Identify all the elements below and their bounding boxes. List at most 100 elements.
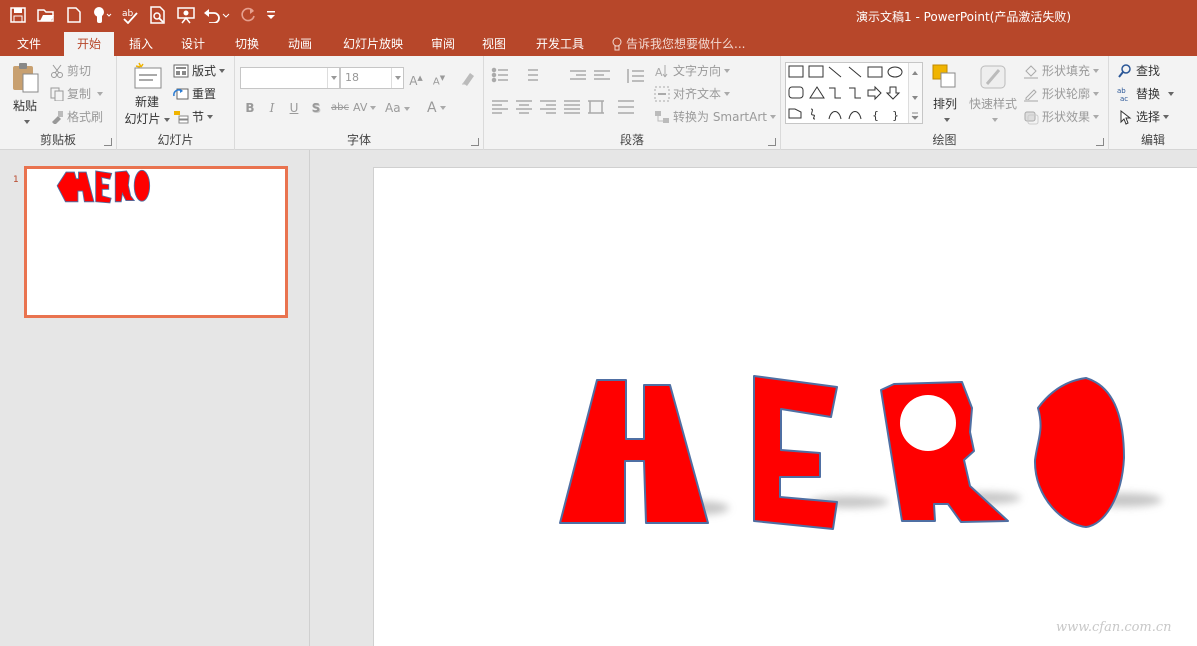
tab-design[interactable]: 设计 (170, 32, 216, 56)
clear-formatting-icon[interactable] (459, 68, 477, 88)
cut-button[interactable]: 剪切 (50, 62, 91, 79)
font-size-dropdown-icon[interactable] (391, 68, 403, 88)
font-name-dropdown-icon[interactable] (327, 68, 339, 88)
select-label: 选择 (1136, 110, 1161, 124)
reset-button[interactable]: 重置 (173, 85, 216, 102)
align-text-icon (654, 86, 670, 101)
section-icon (174, 110, 189, 123)
align-text-label: 对齐文本 (673, 87, 722, 101)
reset-icon (173, 88, 189, 99)
spelling-icon[interactable]: ab (118, 3, 142, 27)
new-slide-button[interactable]: 新建 幻灯片 (121, 62, 173, 127)
quick-styles-label: 快速样式 (968, 97, 1017, 111)
replace-button[interactable]: ab ac 替换 (1117, 85, 1175, 102)
tab-home[interactable]: 开始 (64, 32, 114, 56)
letter-o-shape[interactable] (1033, 377, 1125, 528)
text-direction-button[interactable]: A 文字方向 (654, 62, 731, 79)
shape-fill-button[interactable]: 形状填充 (1023, 62, 1100, 79)
svg-text:ac: ac (1120, 95, 1128, 102)
open-icon[interactable] (34, 3, 58, 27)
paintbrush-icon (52, 110, 63, 124)
tab-insert[interactable]: 插入 (118, 32, 164, 56)
layout-button[interactable]: 版式 (173, 62, 226, 79)
shape-outline-button[interactable]: 形状轮廓 (1023, 85, 1100, 102)
spacing-label: AV (353, 101, 368, 114)
tab-view[interactable]: 视图 (471, 32, 517, 56)
select-button[interactable]: 选择 (1117, 108, 1170, 125)
underline-button[interactable]: U (285, 98, 303, 118)
format-painter-button[interactable]: 格式刷 (50, 108, 103, 125)
tell-me-box[interactable]: 告诉我您想要做什么... (612, 32, 745, 56)
shrink-font-icon[interactable]: A▼ (430, 68, 448, 88)
font-size-combo[interactable]: 18 (340, 67, 404, 89)
undo-icon[interactable] (202, 3, 232, 27)
clipboard-launcher-icon[interactable] (104, 138, 112, 146)
customize-icon[interactable] (264, 3, 278, 27)
change-case-button[interactable]: Aa (385, 98, 417, 118)
strikethrough-button[interactable]: abc (329, 98, 351, 118)
letter-r-hole (900, 395, 956, 451)
bold-button[interactable]: B (241, 98, 259, 118)
group-font: 18 A▲ A▼ B I U S abc AV Aa A 字体 (235, 56, 484, 150)
new-icon[interactable] (62, 3, 86, 27)
section-button[interactable]: 节 (173, 108, 214, 125)
grow-font-icon[interactable]: A▲ (407, 68, 425, 88)
paragraph-group-label: 段落 (619, 133, 644, 147)
paste-label: 粘贴 (12, 99, 37, 113)
tell-me-text: 告诉我您想要做什么... (626, 37, 746, 51)
layout-icon (173, 64, 189, 77)
group-paragraph: A 文字方向 对齐文本 转换为 SmartArt 段落 (484, 56, 781, 150)
shapes-gallery[interactable]: { } (785, 62, 923, 124)
font-color-button[interactable]: A (427, 98, 457, 118)
tab-developer[interactable]: 开发工具 (528, 32, 592, 56)
tab-slideshow[interactable]: 幻灯片放映 (336, 32, 410, 56)
group-drawing: { } 排列 快速样式 形状填充 形状轮廓 形状效果 绘图 (781, 56, 1109, 150)
align-text-button[interactable]: 对齐文本 (654, 85, 731, 102)
shape-fill-label: 形状填充 (1042, 64, 1091, 78)
shape-effects-button[interactable]: 形状效果 (1023, 108, 1100, 125)
tab-animations[interactable]: 动画 (277, 32, 323, 56)
current-slide[interactable] (373, 167, 1197, 646)
drawing-launcher-icon[interactable] (1096, 138, 1104, 146)
find-button[interactable]: 查找 (1117, 62, 1160, 79)
tab-review[interactable]: 审阅 (420, 32, 466, 56)
presenter-icon[interactable] (174, 3, 198, 27)
touch-mode-icon[interactable] (90, 3, 114, 27)
clipboard-group-label: 剪贴板 (39, 133, 76, 147)
arrange-icon (932, 64, 956, 88)
slide-thumbnail-pane: 1 (0, 150, 310, 646)
copy-icon (50, 87, 64, 101)
svg-text:}: } (892, 109, 899, 122)
redo-icon[interactable] (236, 3, 260, 27)
arrange-button[interactable]: 排列 (923, 62, 967, 126)
title-bar: ab 演示文稿1 - PowerPoint(产品激活失败) (0, 0, 1197, 32)
copy-button[interactable]: 复制 (50, 85, 104, 102)
quick-styles-button[interactable]: 快速样式 (967, 62, 1019, 126)
font-name-combo[interactable] (240, 67, 340, 89)
cut-label: 剪切 (67, 64, 92, 78)
font-launcher-icon[interactable] (471, 138, 479, 146)
shapes-gallery-scroll[interactable] (908, 63, 922, 123)
paragraph-launcher-icon[interactable] (768, 138, 776, 146)
shape-outline-label: 形状轮廓 (1042, 87, 1091, 101)
paste-button[interactable]: 粘贴 (6, 62, 44, 128)
tab-transitions[interactable]: 切换 (224, 32, 270, 56)
tab-file[interactable]: 文件 (6, 32, 52, 56)
shadow-button[interactable]: S (307, 98, 325, 118)
convert-smartart-label: 转换为 SmartArt (673, 110, 767, 124)
ribbon-home: 粘贴 剪切 复制 格式刷 剪贴板 新建 幻灯片 版式 重置 节 幻灯片 18 A… (0, 56, 1197, 150)
slide-thumbnail[interactable] (24, 166, 288, 318)
replace-icon: abac (1117, 87, 1128, 102)
letter-e-shape[interactable] (753, 375, 838, 530)
italic-button[interactable]: I (263, 98, 281, 118)
character-spacing-button[interactable]: AV (353, 98, 385, 118)
save-icon[interactable] (6, 3, 30, 27)
svg-text:ab: ab (1117, 87, 1126, 95)
case-label: Aa (385, 101, 401, 115)
svg-text:A: A (655, 66, 663, 79)
print-preview-icon[interactable] (146, 3, 170, 27)
arrange-label: 排列 (932, 97, 957, 111)
letter-h-shape[interactable] (559, 379, 709, 524)
convert-smartart-button[interactable]: 转换为 SmartArt (654, 108, 776, 125)
group-slides: 新建 幻灯片 版式 重置 节 幻灯片 (117, 56, 235, 150)
